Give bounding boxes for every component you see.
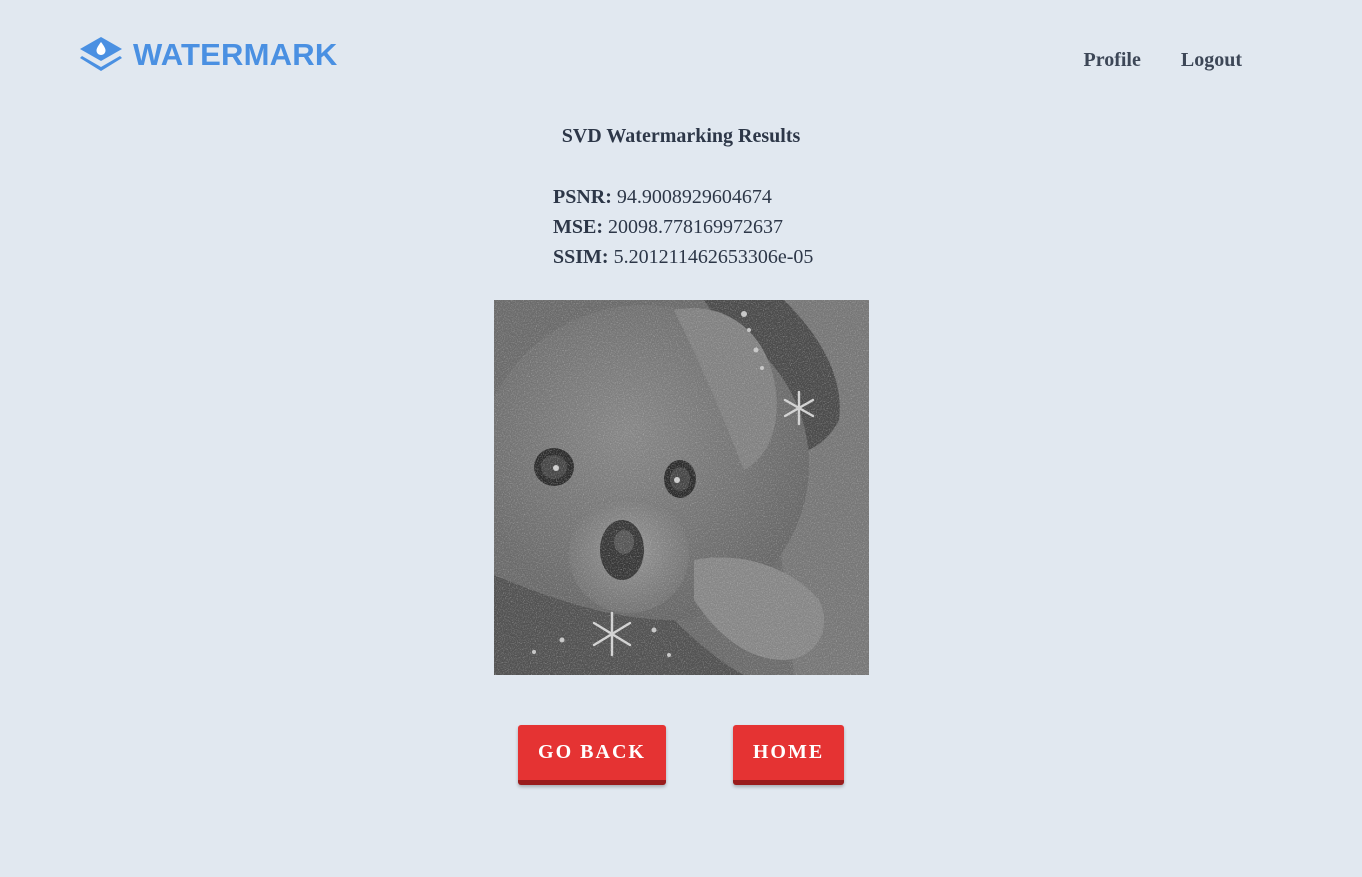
metrics-panel: PSNR: 94.9008929604674 MSE: 20098.778169… [553,182,813,272]
psnr-value: 94.9008929604674 [616,186,772,208]
go-back-button[interactable]: GO BACK [518,725,666,785]
brand-name: WATERMARK [133,37,338,72]
header: WATERMARK Profile Logout [0,0,1362,110]
psnr-label: PSNR: [553,186,612,208]
mse-value: 20098.778169972637 [608,216,783,238]
water-drop-layers-icon [80,37,122,71]
logo-link[interactable]: WATERMARK [80,36,337,74]
mse-row: MSE: 20098.778169972637 [553,212,813,242]
ssim-value: 5.201211462653306e-05 [613,246,814,268]
watermarked-result-image [494,300,869,675]
ssim-label: SSIM: [553,246,609,268]
top-nav: Profile Logout [1083,46,1242,74]
mse-label: MSE: [553,216,603,238]
psnr-row: PSNR: 94.9008929604674 [553,182,813,212]
home-button[interactable]: HOME [733,725,844,785]
nav-logout-link[interactable]: Logout [1181,46,1242,74]
page-title: SVD Watermarking Results [561,125,801,147]
nav-profile-link[interactable]: Profile [1083,46,1140,74]
ssim-row: SSIM: 5.201211462653306e-05 [553,242,813,272]
